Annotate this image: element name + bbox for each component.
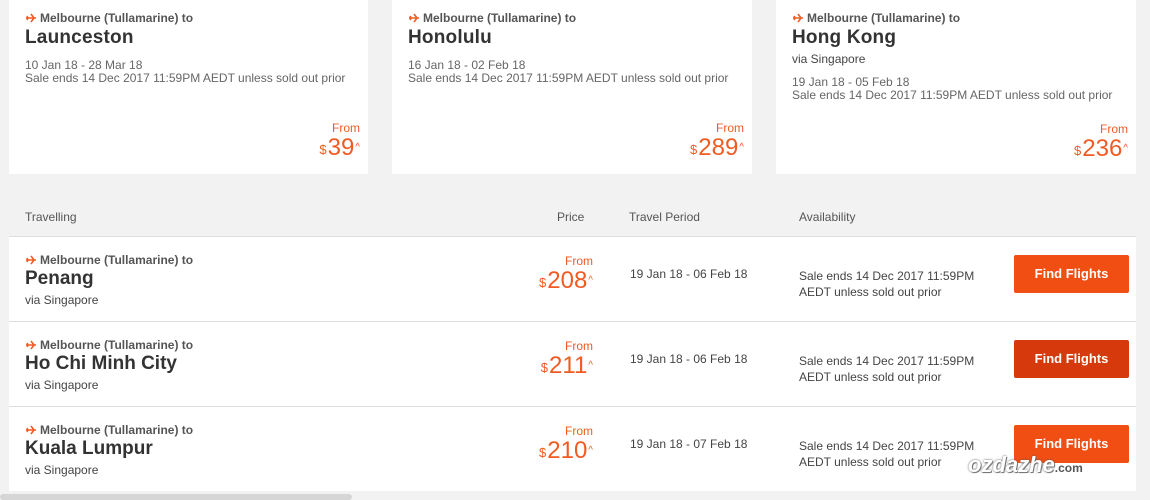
horizontal-scrollbar[interactable]	[0, 494, 352, 500]
price-value: 39	[327, 134, 355, 161]
sale-text: Sale ends 14 Dec 2017 11:59PM AEDT unles…	[408, 71, 729, 85]
currency-symbol: $	[1074, 143, 1082, 158]
destination-name: Ho Chi Minh City	[25, 353, 177, 374]
sale-text: Sale ends 14 Dec 2017 11:59PM AEDT unles…	[25, 71, 346, 85]
deal-card-hong-kong[interactable]: Melbourne (Tullamarine) to Hong Kong via…	[776, 0, 1136, 174]
origin-label: Melbourne (Tullamarine) to	[40, 253, 194, 267]
plane-icon	[25, 424, 37, 436]
currency-symbol: $	[539, 445, 547, 460]
price-value: 210	[547, 437, 588, 464]
table-header: Travelling Price Travel Period Availabil…	[9, 200, 1136, 236]
table-row: Melbourne (Tullamarine) to Kuala Lumpur …	[9, 406, 1136, 491]
caret: ^	[739, 142, 744, 153]
price: From $210^	[529, 425, 593, 464]
plane-icon	[25, 254, 37, 266]
header-travel-period: Travel Period	[629, 210, 700, 224]
plane-icon	[25, 339, 37, 351]
watermark-logo: ozdazhe.com	[968, 452, 1083, 477]
via-text: via Singapore	[792, 52, 866, 66]
sale-text: Sale ends 14 Dec 2017 11:59PM AEDT unles…	[792, 88, 1113, 102]
caret: ^	[588, 275, 593, 286]
header-travelling: Travelling	[25, 210, 77, 224]
via-text: via Singapore	[25, 463, 99, 477]
caret: ^	[355, 142, 360, 153]
deal-card-honolulu[interactable]: Melbourne (Tullamarine) to Honolulu 16 J…	[392, 0, 752, 174]
plane-icon	[25, 12, 37, 24]
price: From $289^	[690, 122, 744, 161]
origin-label: Melbourne (Tullamarine) to	[807, 11, 961, 25]
currency-symbol: $	[690, 142, 698, 157]
origin-label: Melbourne (Tullamarine) to	[40, 11, 194, 25]
availability-text: Sale ends 14 Dec 2017 11:59PM AEDT unles…	[799, 269, 975, 299]
currency-symbol: $	[319, 142, 327, 157]
price-value: 289	[698, 134, 739, 161]
origin-label: Melbourne (Tullamarine) to	[423, 11, 577, 25]
plane-icon	[408, 12, 420, 24]
price-value: 211	[549, 352, 588, 379]
via-text: via Singapore	[25, 293, 99, 307]
via-text: via Singapore	[25, 378, 99, 392]
travel-period: 19 Jan 18 - 06 Feb 18	[630, 267, 748, 281]
price: From $211^	[529, 340, 593, 379]
price: From $236^	[1074, 123, 1128, 162]
availability-text: Sale ends 14 Dec 2017 11:59PM AEDT unles…	[799, 439, 975, 469]
price-value: 208	[547, 267, 588, 294]
destination-title: Honolulu	[408, 27, 492, 48]
travel-period: 19 Jan 18 - 06 Feb 18	[630, 352, 748, 366]
plane-icon	[792, 12, 804, 24]
destination-title: Hong Kong	[792, 27, 897, 48]
table-row: Melbourne (Tullamarine) to Penang via Si…	[9, 236, 1136, 321]
deal-card-launceston[interactable]: Melbourne (Tullamarine) to Launceston 10…	[9, 0, 368, 174]
price: From $208^	[529, 255, 593, 294]
availability-text: Sale ends 14 Dec 2017 11:59PM AEDT unles…	[799, 354, 975, 384]
destination-name: Penang	[25, 268, 94, 289]
find-flights-button[interactable]: Find Flights	[1014, 340, 1129, 378]
destination-name: Kuala Lumpur	[25, 438, 153, 459]
caret: ^	[1123, 143, 1128, 154]
origin-label: Melbourne (Tullamarine) to	[40, 338, 194, 352]
currency-symbol: $	[539, 275, 547, 290]
price: From $39^	[319, 122, 360, 161]
destination-title: Launceston	[25, 27, 134, 48]
travel-period: 19 Jan 18 - 07 Feb 18	[630, 437, 748, 451]
header-price: Price	[557, 210, 585, 224]
price-value: 236	[1082, 135, 1123, 162]
caret: ^	[588, 360, 593, 371]
header-availability: Availability	[799, 210, 856, 224]
find-flights-button[interactable]: Find Flights	[1014, 255, 1129, 293]
table-row: Melbourne (Tullamarine) to Ho Chi Minh C…	[9, 321, 1136, 406]
caret: ^	[588, 445, 593, 456]
origin-label: Melbourne (Tullamarine) to	[40, 423, 194, 437]
currency-symbol: $	[540, 360, 549, 375]
